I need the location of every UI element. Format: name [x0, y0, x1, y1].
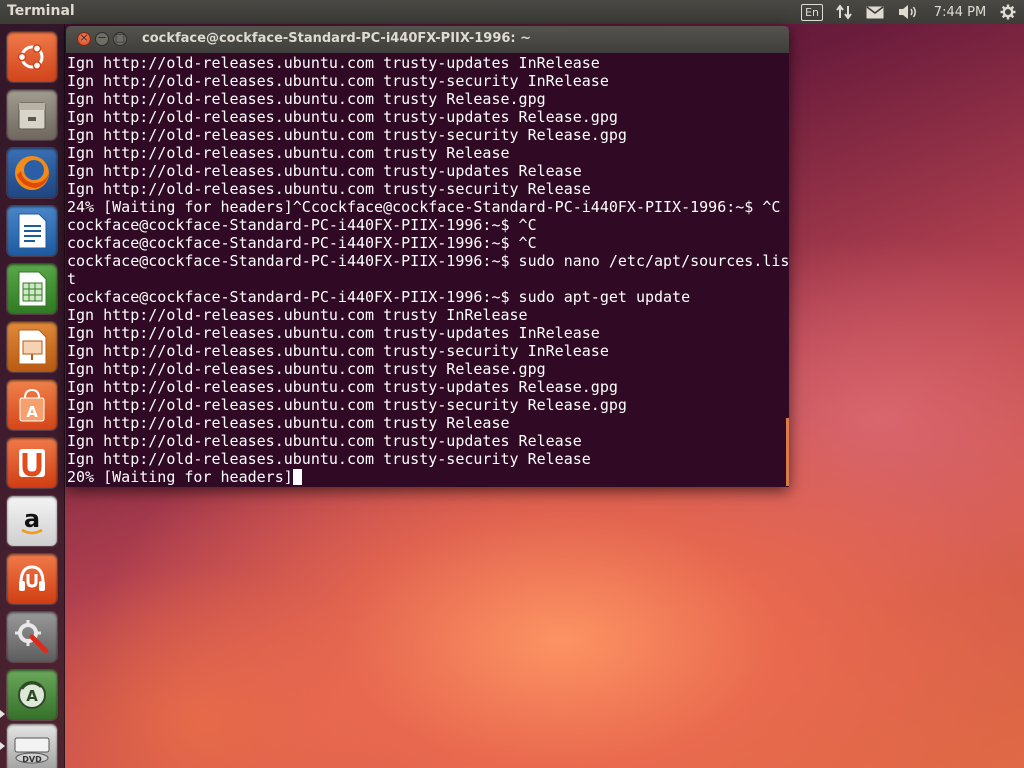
window-titlebar[interactable]: × − □ cockface@cockface-Standard-PC-i440…	[66, 26, 789, 53]
terminal-line: Ign http://old-releases.ubuntu.com trust…	[67, 432, 582, 450]
file-cabinet-icon	[18, 102, 46, 130]
terminal-output[interactable]: Ign http://old-releases.ubuntu.com trust…	[66, 53, 789, 487]
amazon-icon: a	[21, 505, 43, 535]
launcher-dash-home[interactable]	[7, 32, 57, 82]
terminal-line: t	[67, 270, 77, 288]
sound-indicator[interactable]	[895, 0, 921, 24]
top-panel: Terminal En 7:44 PM	[0, 0, 1024, 24]
launcher-ubuntu-one[interactable]	[7, 438, 57, 488]
terminal-line: Ign http://old-releases.ubuntu.com trust…	[67, 144, 510, 162]
running-app-indicator	[0, 710, 5, 718]
running-app-indicator	[0, 742, 5, 750]
launcher-firefox[interactable]	[7, 148, 57, 198]
close-button[interactable]: ×	[77, 31, 91, 46]
terminal-line: cockface@cockface-Standard-PC-i440FX-PII…	[67, 216, 537, 234]
maximize-button[interactable]: □	[113, 31, 127, 46]
launcher-ubuntu-one-music[interactable]	[7, 554, 57, 604]
launcher-libreoffice-calc[interactable]	[7, 264, 57, 314]
svg-text:A: A	[26, 403, 38, 421]
terminal-line: Ign http://old-releases.ubuntu.com trust…	[67, 414, 510, 432]
terminal-line: Ign http://old-releases.ubuntu.com trust…	[67, 72, 609, 90]
speaker-icon	[899, 5, 916, 19]
terminal-line: Ign http://old-releases.ubuntu.com trust…	[67, 54, 600, 72]
network-indicator[interactable]	[832, 0, 856, 24]
launcher-software-updater[interactable]: A	[7, 670, 57, 720]
launcher-dvd-drive[interactable]: DVD	[7, 724, 57, 768]
terminal-line: Ign http://old-releases.ubuntu.com trust…	[67, 306, 528, 324]
messaging-indicator[interactable]	[863, 0, 887, 24]
terminal-line: Ign http://old-releases.ubuntu.com trust…	[67, 324, 600, 342]
headphones-icon	[19, 565, 45, 591]
keyboard-layout-indicator[interactable]: En	[801, 0, 823, 24]
terminal-current-line: 20% [Waiting for headers]	[67, 468, 293, 486]
minimize-button[interactable]: −	[95, 31, 109, 46]
launcher-files[interactable]	[7, 90, 57, 140]
launcher-system-settings[interactable]	[7, 612, 57, 662]
svg-text:a: a	[24, 505, 40, 533]
shopping-bag-icon: A	[19, 388, 45, 422]
window-title: cockface@cockface-Standard-PC-i440FX-PII…	[142, 31, 532, 46]
firefox-icon	[15, 156, 49, 190]
terminal-line: cockface@cockface-Standard-PC-i440FX-PII…	[67, 234, 537, 252]
terminal-line: Ign http://old-releases.ubuntu.com trust…	[67, 360, 546, 378]
svg-text:DVD: DVD	[22, 755, 42, 764]
terminal-text[interactable]: Ign http://old-releases.ubuntu.com trust…	[67, 54, 789, 486]
close-icon: ×	[79, 31, 89, 44]
ubuntu-logo-icon	[17, 44, 44, 70]
terminal-line: cockface@cockface-Standard-PC-i440FX-PII…	[67, 288, 691, 306]
document-icon	[18, 213, 47, 249]
maximize-icon: □	[114, 31, 126, 44]
launcher-libreoffice-impress[interactable]	[7, 322, 57, 372]
terminal-window[interactable]: × − □ cockface@cockface-Standard-PC-i440…	[66, 26, 789, 487]
terminal-line: Ign http://old-releases.ubuntu.com trust…	[67, 90, 546, 108]
terminal-line: Ign http://old-releases.ubuntu.com trust…	[67, 450, 591, 468]
terminal-line: Ign http://old-releases.ubuntu.com trust…	[67, 396, 627, 414]
terminal-line: Ign http://old-releases.ubuntu.com trust…	[67, 180, 591, 198]
terminal-cursor	[292, 469, 302, 485]
clock-label: 7:44 PM	[933, 4, 987, 20]
u-letter-icon	[19, 449, 45, 477]
session-indicator[interactable]	[996, 0, 1020, 24]
terminal-line: 24% [Waiting for headers]^Ccockface@cock…	[67, 198, 781, 216]
launcher: A a A DVD	[0, 24, 65, 768]
spreadsheet-icon	[18, 271, 47, 307]
gear-icon	[1000, 4, 1016, 20]
wrench-gear-icon	[15, 620, 49, 654]
terminal-line: Ign http://old-releases.ubuntu.com trust…	[67, 378, 618, 396]
clock-indicator[interactable]: 7:44 PM	[928, 0, 992, 24]
panel-app-title[interactable]: Terminal	[7, 3, 75, 19]
presentation-icon	[18, 329, 47, 365]
updater-icon: A	[18, 681, 46, 709]
launcher-libreoffice-writer[interactable]	[7, 206, 57, 256]
terminal-line: Ign http://old-releases.ubuntu.com trust…	[67, 126, 627, 144]
terminal-line: Ign http://old-releases.ubuntu.com trust…	[67, 342, 609, 360]
launcher-amazon[interactable]: a	[7, 496, 57, 546]
network-arrows-icon	[836, 4, 852, 20]
terminal-line: cockface@cockface-Standard-PC-i440FX-PII…	[67, 252, 789, 270]
scrollbar-thumb[interactable]	[786, 418, 789, 486]
terminal-line: Ign http://old-releases.ubuntu.com trust…	[67, 162, 582, 180]
dvd-icon: DVD	[14, 737, 50, 764]
svg-text:A: A	[26, 687, 38, 705]
launcher-ubuntu-software-center[interactable]: A	[7, 380, 57, 430]
keyboard-layout-label: En	[801, 3, 823, 21]
terminal-line: Ign http://old-releases.ubuntu.com trust…	[67, 108, 618, 126]
minimize-icon: −	[97, 31, 107, 44]
envelope-icon	[866, 5, 884, 18]
